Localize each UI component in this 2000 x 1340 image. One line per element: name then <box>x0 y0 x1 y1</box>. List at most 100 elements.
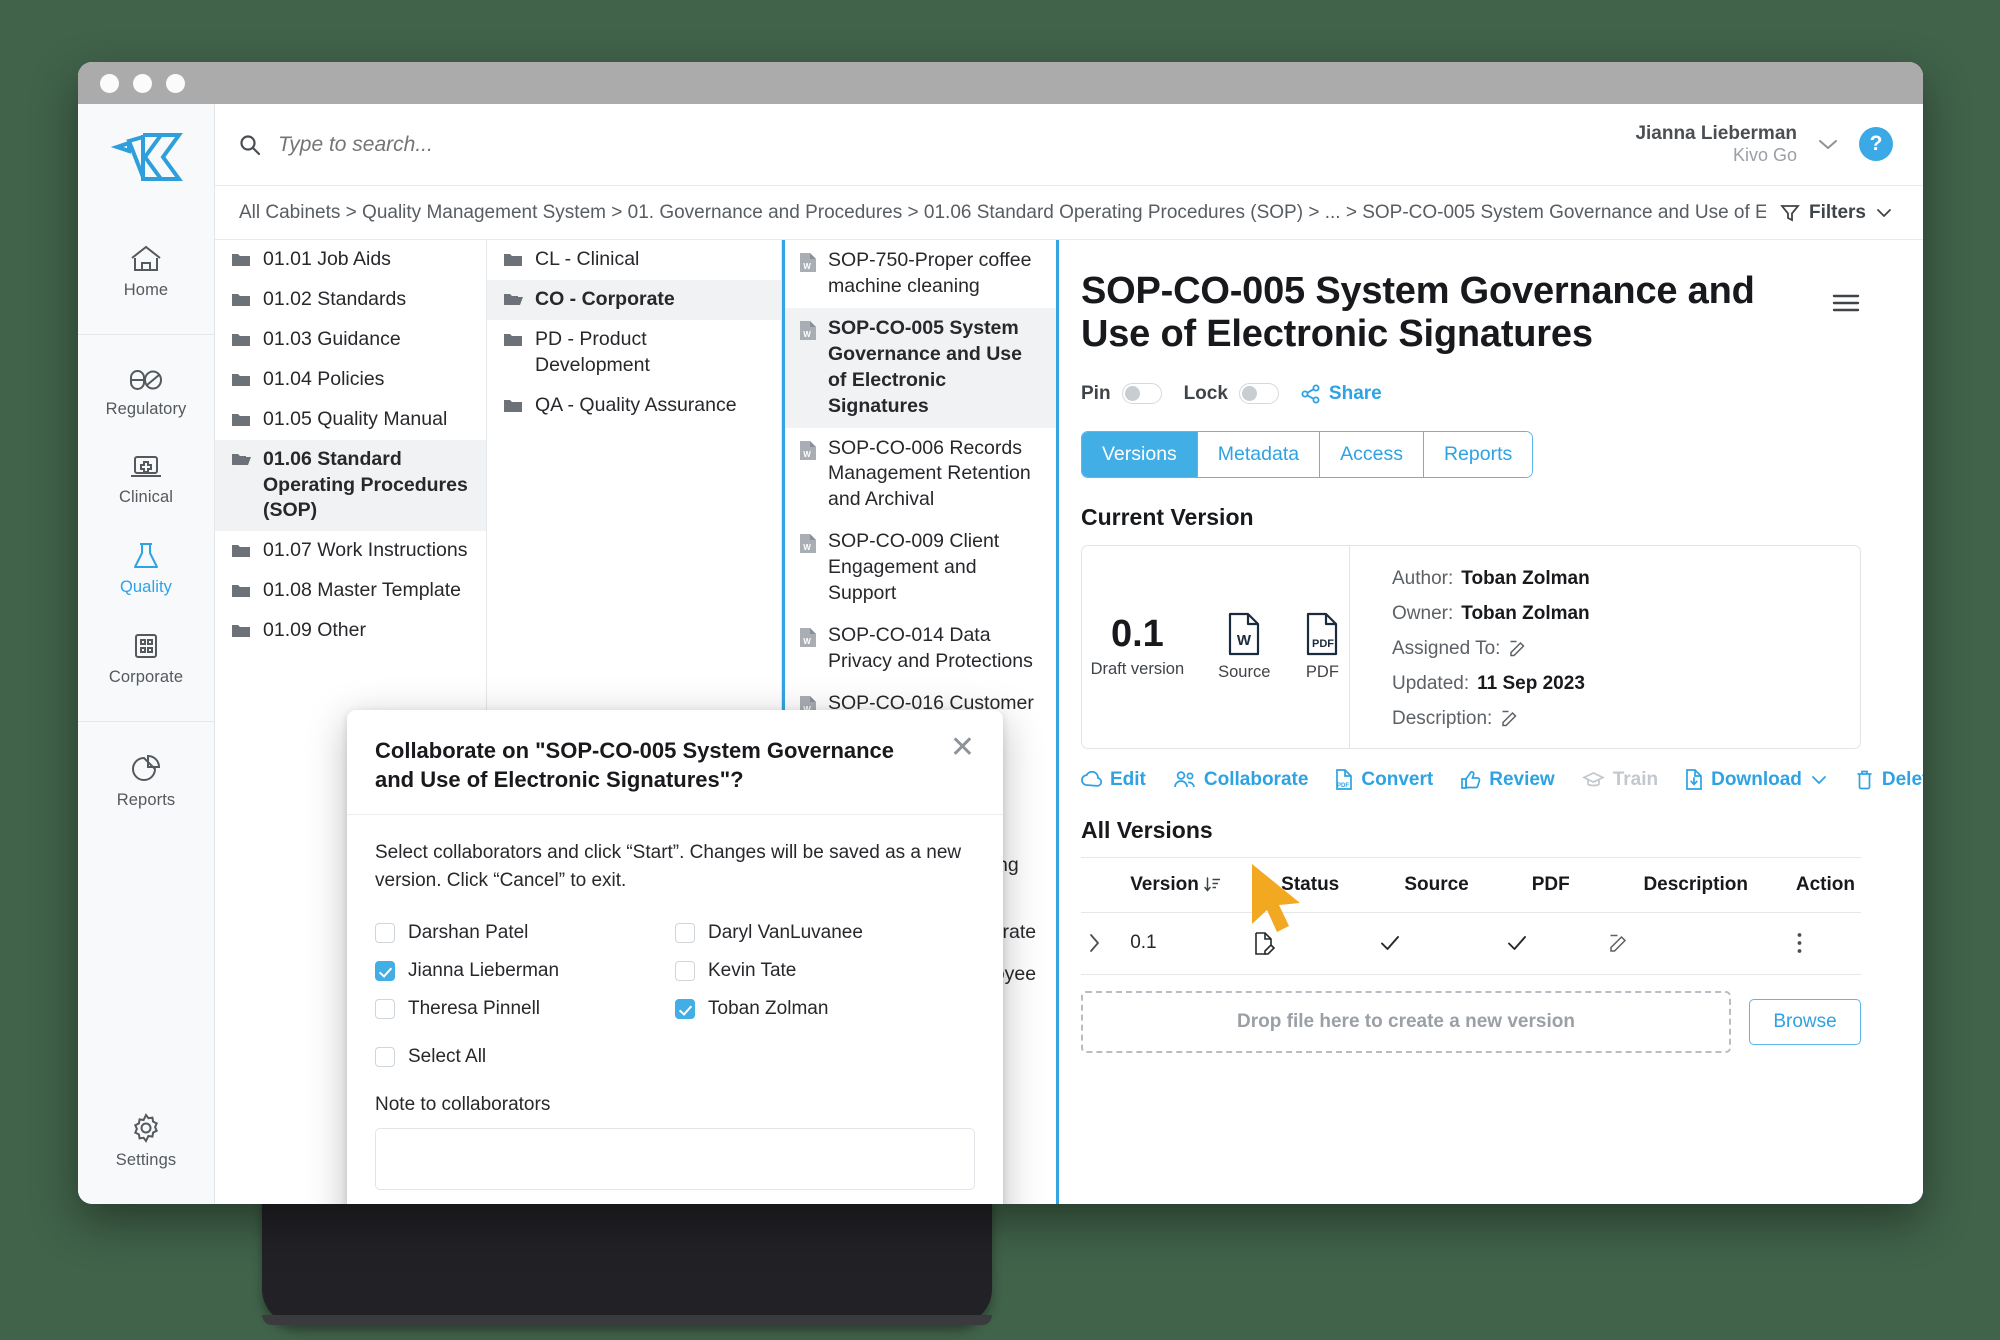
col-pdf[interactable]: PDF <box>1499 857 1602 913</box>
collaborator-name: Kevin Tate <box>708 960 797 982</box>
user-menu[interactable]: Jianna Lieberman Kivo Go ? <box>1635 123 1893 167</box>
note-textarea[interactable] <box>375 1128 975 1191</box>
collaborator-checkbox[interactable]: Kevin Tate <box>675 960 975 982</box>
folder-item[interactable]: CL - Clinical <box>487 240 781 280</box>
pdf-file-block[interactable]: PDF PDF <box>1304 612 1340 682</box>
folder-item[interactable]: CO - Corporate <box>487 279 781 320</box>
sidebar-item-reports[interactable]: Reports <box>78 738 214 828</box>
folder-item[interactable]: 01.02 Standards <box>215 280 486 320</box>
hamburger-menu-icon[interactable] <box>1831 292 1861 314</box>
minimize-window-button[interactable] <box>133 73 152 93</box>
search-input[interactable] <box>278 132 698 157</box>
collaborator-checkbox[interactable]: Theresa Pinnell <box>375 998 675 1020</box>
pdf-file-icon: PDF <box>1335 769 1353 790</box>
lock-toggle[interactable] <box>1238 383 1279 405</box>
row-status[interactable] <box>1247 912 1374 975</box>
folder-icon <box>231 371 252 388</box>
document-item[interactable]: W SOP-CO-009 Client Engagement and Suppor… <box>785 521 1056 615</box>
laptop-medical-icon <box>129 453 163 481</box>
action-label: Edit <box>1110 768 1146 790</box>
folder-item[interactable]: 01.03 Guidance <box>215 320 486 360</box>
collaborate-dialog: Collaborate on "SOP-CO-005 System Govern… <box>347 710 1003 1204</box>
folder-item[interactable]: 01.06 Standard Operating Procedures (SOP… <box>215 439 486 532</box>
document-item[interactable]: W SOP-CO-006 Records Management Retention… <box>785 428 1056 522</box>
dialog-description: Select collaborators and click “Start”. … <box>375 842 962 891</box>
folder-item[interactable]: 01.08 Master Template <box>215 571 486 611</box>
document-item-label: SOP-CO-014 Data Privacy and Protections <box>828 624 1033 672</box>
sidebar-item-clinical[interactable]: Clinical <box>78 437 214 525</box>
sidebar-item-regulatory[interactable]: Regulatory <box>78 351 214 437</box>
collaborator-checkbox[interactable]: Daryl VanLuvanee <box>675 922 975 944</box>
checkbox-box <box>375 961 395 982</box>
filters-button[interactable]: Filters <box>1780 202 1893 224</box>
folder-item[interactable]: 01.04 Policies <box>215 360 486 400</box>
close-icon[interactable]: ✕ <box>950 732 975 794</box>
edit-icon[interactable] <box>1500 709 1519 728</box>
users-icon <box>1173 770 1196 789</box>
version-caption: Draft version <box>1090 659 1185 678</box>
row-description[interactable] <box>1601 912 1790 975</box>
action-collaborate[interactable]: Collaborate <box>1173 769 1308 791</box>
tab-versions[interactable]: Versions <box>1082 431 1197 477</box>
document-item[interactable]: W SOP-750-Proper coffee machine cleaning <box>785 240 1056 308</box>
sidebar-item-corporate[interactable]: Corporate <box>78 615 214 705</box>
col-version[interactable]: Version <box>1124 857 1248 913</box>
sidebar-item-quality[interactable]: Quality <box>78 525 214 615</box>
tab-reports[interactable]: Reports <box>1422 431 1533 477</box>
close-window-button[interactable] <box>100 73 119 93</box>
folder-item[interactable]: 01.01 Job Aids <box>215 240 486 280</box>
action-edit[interactable]: Edit <box>1081 769 1146 791</box>
chevron-down-icon[interactable] <box>1817 137 1839 151</box>
detail-header: SOP-CO-005 System Governance and Use of … <box>1081 270 1861 357</box>
action-delete[interactable]: Delete <box>1855 769 1923 791</box>
kivo-logo[interactable] <box>78 104 214 212</box>
search-container[interactable] <box>239 132 1635 157</box>
action-convert[interactable]: PDF Convert <box>1335 769 1433 791</box>
share-label: Share <box>1328 382 1382 404</box>
meta-author: Author: Toban Zolman <box>1392 568 1860 590</box>
folder-item[interactable]: PD - Product Development <box>487 320 781 386</box>
share-button[interactable]: Share <box>1301 383 1382 405</box>
tab-metadata[interactable]: Metadata <box>1196 431 1320 477</box>
source-file-block[interactable]: W Source <box>1218 612 1270 682</box>
collaborator-checkbox[interactable]: Jianna Lieberman <box>375 960 675 982</box>
sidebar-item-label: Settings <box>115 1151 177 1169</box>
breadcrumb[interactable]: All Cabinets > Quality Management System… <box>239 202 1766 224</box>
file-dropzone[interactable]: Drop file here to create a new version <box>1081 990 1731 1053</box>
sidebar-item-home[interactable]: Home <box>78 228 214 318</box>
folder-item[interactable]: 01.05 Quality Manual <box>215 400 486 440</box>
folder-icon <box>231 291 252 308</box>
folder-item[interactable]: 01.09 Other <box>215 611 486 651</box>
document-item[interactable]: W SOP-CO-014 Data Privacy and Protections <box>785 615 1056 683</box>
select-all-checkbox[interactable]: Select All <box>375 1046 975 1068</box>
lock-label: Lock <box>1183 382 1228 404</box>
action-download[interactable]: Download <box>1685 769 1828 791</box>
maximize-window-button[interactable] <box>166 73 185 93</box>
col-description[interactable]: Description <box>1601 857 1790 913</box>
row-action-menu[interactable] <box>1789 912 1861 975</box>
top-bar: Jianna Lieberman Kivo Go ? <box>215 104 1923 186</box>
col-status[interactable]: Status <box>1247 857 1374 913</box>
check-icon <box>1379 934 1494 952</box>
row-expand-toggle[interactable] <box>1081 912 1125 975</box>
sidebar-item-settings[interactable]: Settings <box>78 1096 214 1188</box>
edit-icon[interactable] <box>1508 639 1527 658</box>
browse-button[interactable]: Browse <box>1749 998 1861 1045</box>
word-document-icon: W <box>799 320 817 341</box>
folder-item[interactable]: QA - Quality Assurance <box>487 386 781 426</box>
folder-icon <box>231 582 252 599</box>
sidebar-item-label: Clinical <box>119 488 173 506</box>
tab-access[interactable]: Access <box>1319 431 1423 477</box>
download-icon <box>1685 769 1703 790</box>
help-button[interactable]: ? <box>1859 127 1893 162</box>
table-row[interactable]: 0.1 <box>1081 912 1861 975</box>
folder-icon <box>503 251 524 268</box>
collaborator-checkbox[interactable]: Darshan Patel <box>375 922 675 944</box>
col-source[interactable]: Source <box>1373 857 1500 913</box>
pin-toggle[interactable] <box>1121 383 1162 405</box>
action-review[interactable]: Review <box>1460 769 1555 791</box>
document-item[interactable]: W SOP-CO-005 System Governance and Use of… <box>785 307 1056 428</box>
chevron-down-icon[interactable] <box>1810 774 1828 786</box>
collaborator-checkbox[interactable]: Toban Zolman <box>675 998 975 1020</box>
folder-item[interactable]: 01.07 Work Instructions <box>215 531 486 571</box>
